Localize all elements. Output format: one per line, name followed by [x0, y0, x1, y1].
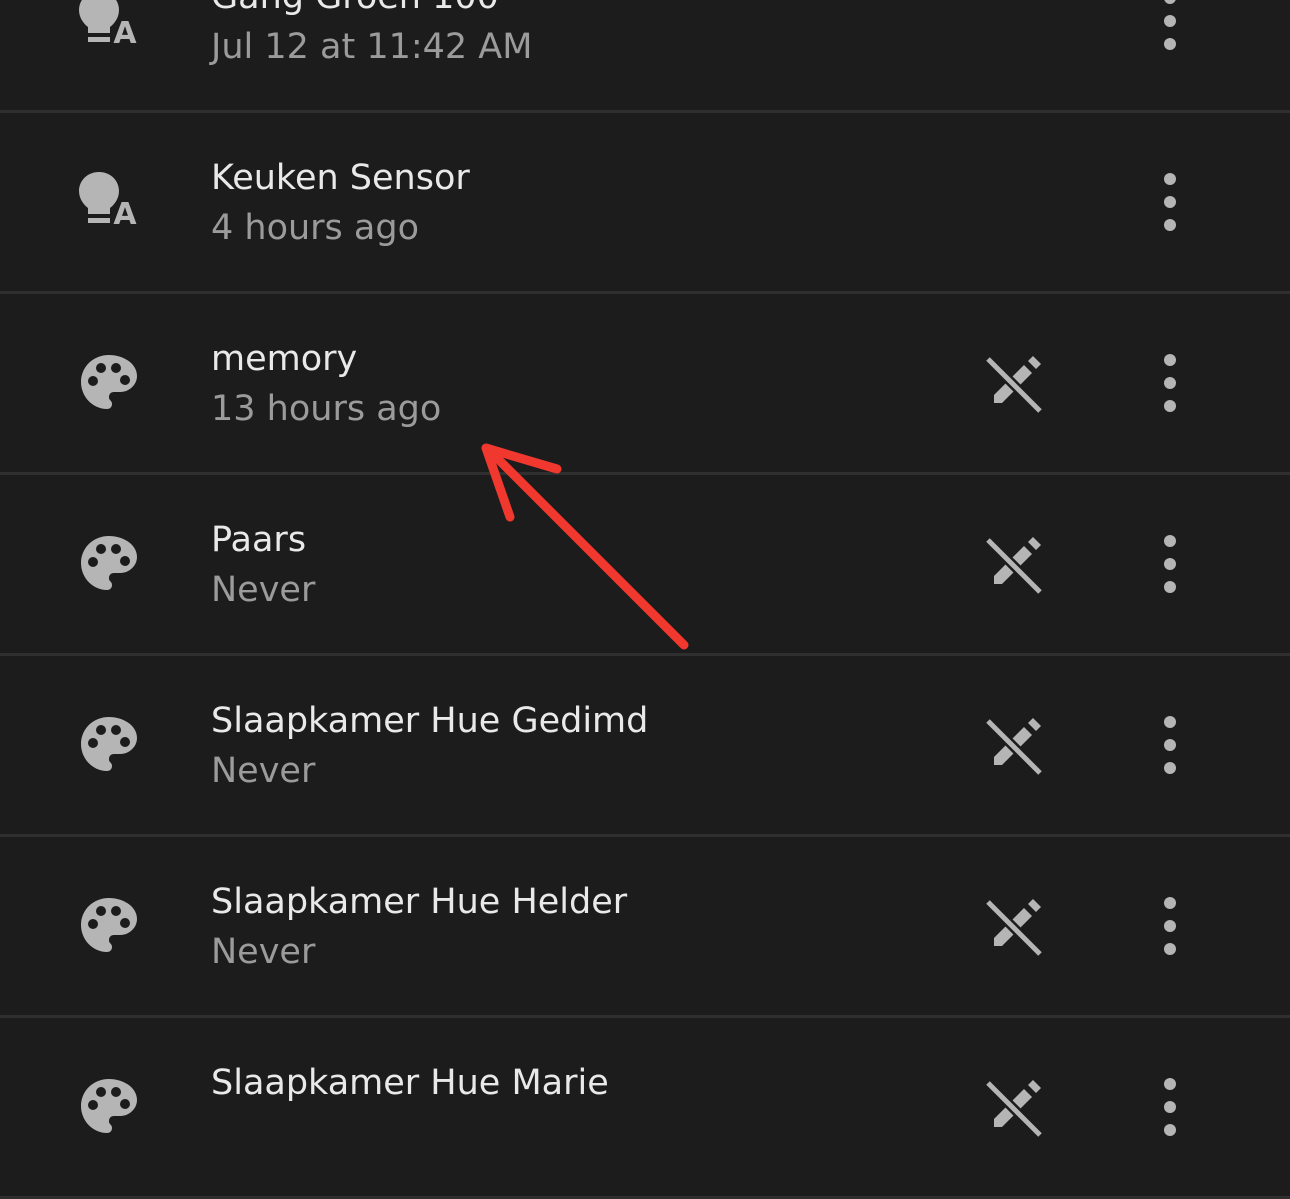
dots-vertical-icon[interactable]	[1146, 167, 1194, 237]
row-title: Slaapkamer Hue Marie	[211, 1063, 609, 1103]
dots-vertical-icon[interactable]	[1146, 0, 1194, 56]
row-subtitle: 13 hours ago	[211, 389, 442, 429]
row-subtitle: Jul 12 at 11:42 AM	[211, 27, 533, 67]
list-item-gang-groen-100[interactable]: A Gang Groen 100 Jul 12 at 11:42 AM	[0, 0, 1290, 113]
palette-icon	[77, 532, 141, 596]
lightbulb-auto-icon: A	[77, 170, 141, 234]
row-title: Slaapkamer Hue Helder	[211, 882, 628, 922]
list-item-slaapkamer-hue-helder[interactable]: Slaapkamer Hue Helder Never	[0, 837, 1290, 1018]
pencil-off-icon	[982, 351, 1046, 415]
row-title: Slaapkamer Hue Gedimd	[211, 701, 649, 741]
pencil-off-icon	[982, 713, 1046, 777]
list-item-slaapkamer-hue-marie[interactable]: Slaapkamer Hue Marie	[0, 1018, 1290, 1199]
list-item-slaapkamer-hue-gedimd[interactable]: Slaapkamer Hue Gedimd Never	[0, 656, 1290, 837]
pencil-off-icon	[982, 1075, 1046, 1139]
row-title: memory	[211, 339, 358, 379]
svg-text:A: A	[113, 197, 137, 232]
scene-list: A Gang Groen 100 Jul 12 at 11:42 AM A Ke…	[0, 0, 1290, 1199]
list-item-keuken-sensor[interactable]: A Keuken Sensor 4 hours ago	[0, 113, 1290, 294]
row-subtitle: 4 hours ago	[211, 208, 420, 248]
lightbulb-auto-icon: A	[77, 0, 141, 53]
dots-vertical-icon[interactable]	[1146, 348, 1194, 418]
dots-vertical-icon[interactable]	[1146, 891, 1194, 961]
row-subtitle: Never	[211, 570, 316, 610]
palette-icon	[77, 713, 141, 777]
list-item-paars[interactable]: Paars Never	[0, 475, 1290, 656]
dots-vertical-icon[interactable]	[1146, 529, 1194, 599]
pencil-off-icon	[982, 894, 1046, 958]
row-title: Gang Groen 100	[211, 0, 532, 22]
palette-icon	[77, 351, 141, 415]
row-title: Paars	[211, 520, 307, 560]
pencil-off-icon	[982, 532, 1046, 596]
dots-vertical-icon[interactable]	[1146, 710, 1194, 780]
palette-icon	[77, 894, 141, 958]
dots-vertical-icon[interactable]	[1146, 1072, 1194, 1142]
row-subtitle: Never	[211, 751, 316, 791]
palette-icon	[77, 1075, 141, 1139]
row-title: Keuken Sensor	[211, 158, 470, 198]
row-subtitle: Never	[211, 932, 316, 972]
list-item-memory[interactable]: memory 13 hours ago	[0, 294, 1290, 475]
svg-text:A: A	[113, 16, 137, 51]
